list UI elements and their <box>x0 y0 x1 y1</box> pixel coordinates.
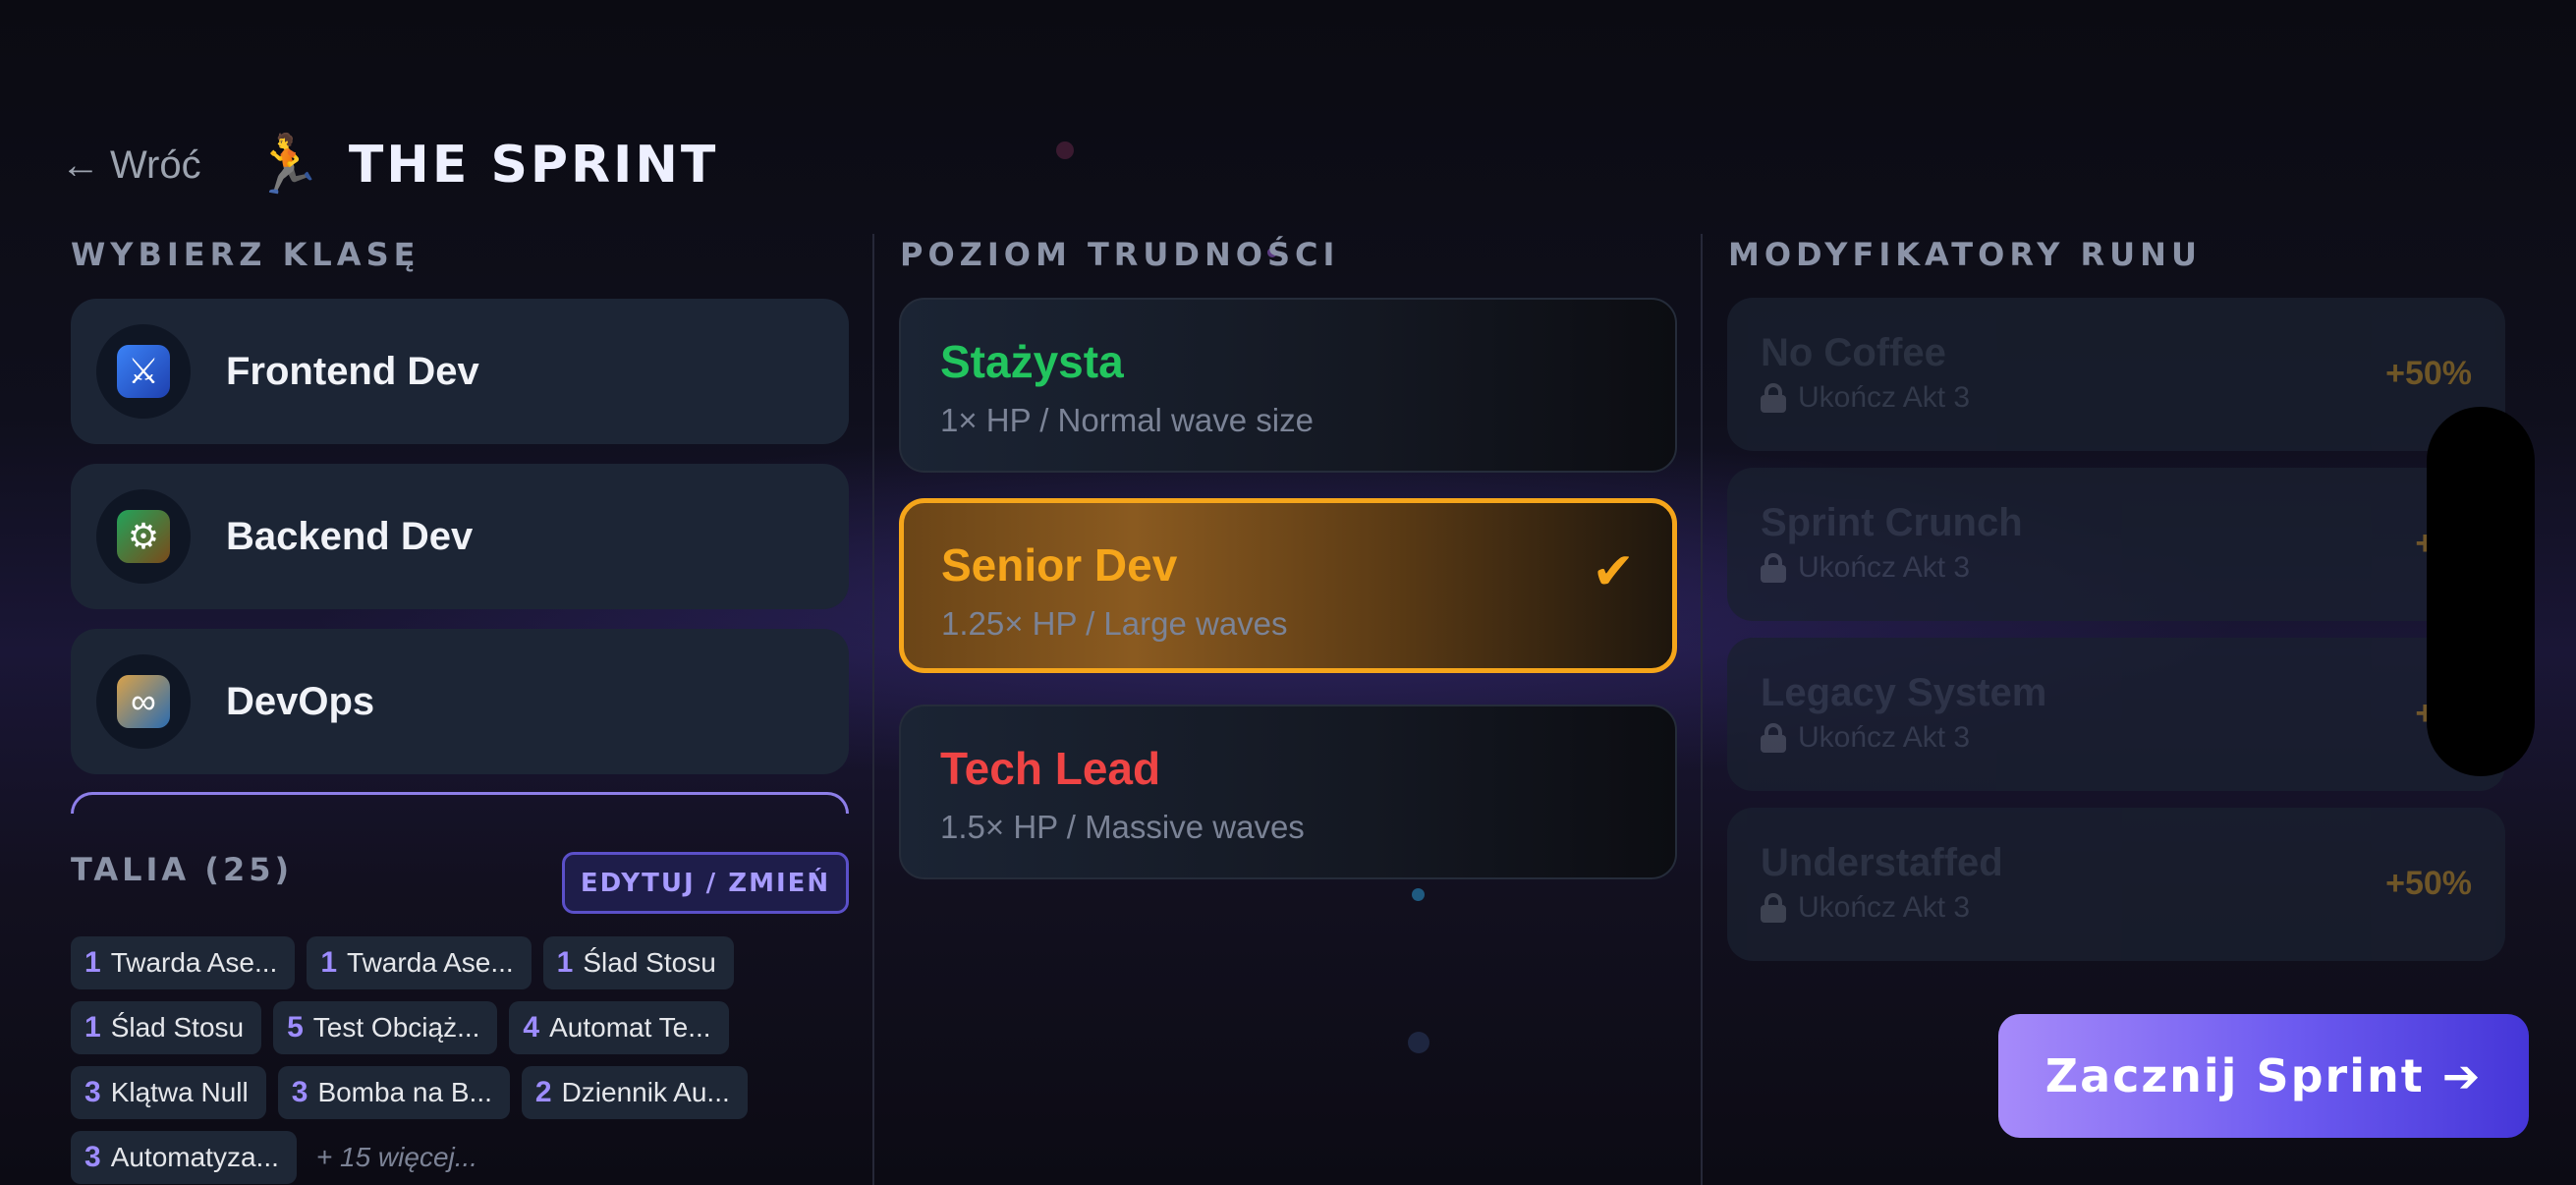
lock-requirement: Ukończ Akt 3 <box>1798 381 1971 414</box>
deck-row: 3 Automatyza... + 15 więcej... <box>71 1131 477 1184</box>
card-name: Automat Te... <box>549 1012 711 1043</box>
column-divider <box>1701 234 1703 1185</box>
difficulty-name: Tech Lead <box>940 743 1161 794</box>
modifier-card-sprint-crunch[interactable]: Sprint Crunch Ukończ Akt 3 +75 <box>1727 468 2505 621</box>
difficulty-name: Stażysta <box>940 336 1124 387</box>
modifier-lock-row: Ukończ Akt 3 <box>1761 551 2505 585</box>
card-chip[interactable]: 1 Ślad Stosu <box>71 1001 262 1054</box>
top-header: ← Wróć 🏃 THE SPRINT <box>61 130 718 200</box>
particle-dot <box>1056 141 1074 159</box>
page-title: THE SPRINT <box>348 136 719 195</box>
checkmark-icon: ✔ <box>1592 543 1635 600</box>
modifier-card-understaffed[interactable]: Understaffed Ukończ Akt 3 +50% <box>1727 808 2505 961</box>
edit-deck-button[interactable]: EDYTUJ / ZMIEŃ <box>562 852 849 914</box>
class-card-backend[interactable]: ⚙ Backend Dev <box>71 464 849 609</box>
card-cost: 1 <box>84 946 101 979</box>
class-icon-frame: ⚔ <box>96 324 191 419</box>
card-cost: 2 <box>534 1076 552 1108</box>
particle-dot <box>1412 888 1425 901</box>
card-cost: 3 <box>84 1141 101 1173</box>
card-chip[interactable]: 3 Bomba na B... <box>277 1066 510 1119</box>
card-cost: 1 <box>556 946 574 979</box>
difficulty-card-senior[interactable]: Senior Dev 1.25× HP / Large waves ✔ <box>899 498 1677 673</box>
card-cost: 5 <box>287 1011 304 1044</box>
card-name: Ślad Stosu <box>583 947 716 978</box>
difficulty-name: Senior Dev <box>941 539 1178 591</box>
title-group: 🏃 THE SPRINT <box>252 136 719 195</box>
more-cards-text: + 15 więcej... <box>315 1142 478 1172</box>
difficulty-desc: 1.25× HP / Large waves <box>941 605 1288 642</box>
lock-icon <box>1761 553 1786 583</box>
deck-row: 1 Twarda Ase... 1 Twarda Ase... 1 Ślad Stos… <box>71 936 734 989</box>
difficulty-section-heading: POZIOM TRUDNOŚCI <box>900 236 1340 273</box>
difficulty-desc: 1.5× HP / Massive waves <box>940 809 1305 845</box>
card-name: Automatyza... <box>110 1142 279 1172</box>
card-chip[interactable]: 3 Klątwa Null <box>71 1066 266 1119</box>
lock-requirement: Ukończ Akt 3 <box>1798 891 1971 924</box>
card-chip[interactable]: 1 Twarda Ase... <box>307 936 532 989</box>
modifiers-section-heading: MODYFIKATORY RUNU <box>1728 236 2202 273</box>
lock-icon <box>1761 383 1786 413</box>
lock-icon <box>1761 893 1786 923</box>
card-name: Bomba na B... <box>317 1077 492 1107</box>
card-cost: 3 <box>291 1076 308 1108</box>
start-sprint-button[interactable]: Zacznij Sprint ➔ <box>1998 1014 2529 1138</box>
sword-icon: ⚔ <box>117 345 170 398</box>
back-label: Wróć <box>110 142 201 187</box>
deck-title: TALIA (25) <box>71 851 294 888</box>
class-card-devops[interactable]: ∞ DevOps <box>71 629 849 774</box>
modifier-name: Sprint Crunch <box>1761 501 2023 544</box>
card-name: Twarda Ase... <box>110 947 278 978</box>
card-name: Ślad Stosu <box>110 1012 245 1043</box>
card-name: Klątwa Null <box>110 1077 249 1107</box>
card-cost: 3 <box>84 1076 101 1108</box>
gear-icon: ⚙ <box>117 510 170 563</box>
class-name: Backend Dev <box>226 514 474 558</box>
back-button[interactable]: ← Wróć <box>61 143 201 188</box>
card-name: Twarda Ase... <box>347 947 514 978</box>
class-icon-frame: ⚙ <box>96 489 191 584</box>
card-chip[interactable]: 1 Twarda Ase... <box>71 936 296 989</box>
class-card-frontend[interactable]: ⚔ Frontend Dev <box>71 299 849 444</box>
difficulty-desc: 1× HP / Normal wave size <box>940 402 1314 438</box>
class-name: DevOps <box>226 679 375 723</box>
column-divider <box>872 234 874 1185</box>
particle-dot <box>1408 1032 1429 1053</box>
deck-row: 1 Ślad Stosu 5 Test Obciąż... 4 Automat Te.… <box>71 1001 729 1054</box>
difficulty-card-intern[interactable]: Stażysta 1× HP / Normal wave size <box>899 298 1677 473</box>
modifier-card-legacy-system[interactable]: Legacy System Ukończ Akt 3 +25 <box>1727 638 2505 791</box>
modifier-name: Legacy System <box>1761 671 2047 714</box>
class-icon-frame: ∞ <box>96 654 191 749</box>
modifier-card-no-coffee[interactable]: No Coffee Ukończ Akt 3 +50% <box>1727 298 2505 451</box>
lock-icon <box>1761 723 1786 753</box>
card-chip[interactable]: 4 Automat Te... <box>509 1001 729 1054</box>
scrollbar-thumb[interactable] <box>2427 407 2535 776</box>
card-name: Test Obciąż... <box>312 1012 480 1043</box>
class-card-partial[interactable] <box>71 792 849 814</box>
card-cost: 1 <box>320 946 338 979</box>
deck-row: 3 Klątwa Null 3 Bomba na B... 2 Dziennik Au… <box>71 1066 748 1119</box>
card-chip[interactable]: 5 Test Obciąż... <box>273 1001 498 1054</box>
arrow-left-icon: ← <box>61 142 100 187</box>
card-cost: 1 <box>84 1011 101 1044</box>
lock-requirement: Ukończ Akt 3 <box>1798 721 1971 754</box>
modifier-bonus: +50% <box>2385 355 2472 392</box>
infinity-icon: ∞ <box>117 675 170 728</box>
modifier-bonus: +50% <box>2385 865 2472 902</box>
modifier-lock-row: Ukończ Akt 3 <box>1761 721 2505 755</box>
runner-icon: 🏃 <box>252 133 323 197</box>
card-chip[interactable]: 3 Automatyza... <box>71 1131 297 1184</box>
difficulty-card-techlead[interactable]: Tech Lead 1.5× HP / Massive waves <box>899 705 1677 879</box>
card-chip[interactable]: 1 Ślad Stosu <box>542 936 734 989</box>
card-name: Dziennik Au... <box>561 1077 730 1107</box>
card-chip[interactable]: 2 Dziennik Au... <box>521 1066 748 1119</box>
class-section-heading: WYBIERZ KLASĘ <box>71 236 420 273</box>
lock-requirement: Ukończ Akt 3 <box>1798 551 1971 584</box>
class-name: Frontend Dev <box>226 349 479 393</box>
card-cost: 4 <box>523 1011 540 1044</box>
